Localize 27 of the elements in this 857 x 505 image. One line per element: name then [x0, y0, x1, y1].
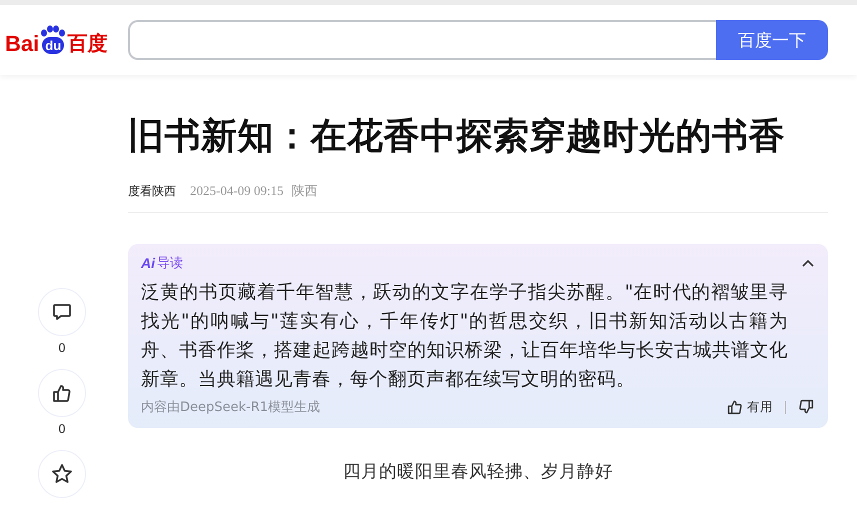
favorite-button[interactable]	[38, 450, 86, 498]
region-label: 陕西	[292, 182, 318, 200]
logo-text: Bai	[5, 33, 40, 55]
logo-text: 百度	[67, 33, 108, 55]
useful-button[interactable]: 有用	[727, 398, 773, 416]
comment-icon	[52, 302, 72, 322]
source-note: 内容由DeepSeek-R1模型生成	[141, 399, 320, 416]
thumbs-up-icon	[727, 399, 743, 415]
search-button[interactable]: 百度一下	[716, 20, 828, 60]
publish-date: 2025-04-09 09:15	[190, 183, 284, 199]
thumbs-down-icon[interactable]	[798, 399, 814, 415]
author-name[interactable]: 度看陕西	[128, 182, 176, 200]
star-icon	[51, 463, 73, 485]
like-button[interactable]	[38, 369, 86, 417]
article-title: 旧书新知：在花香中探索穿越时光的书香	[128, 115, 786, 159]
thumbs-up-icon	[52, 383, 72, 403]
ai-label: Ai	[141, 255, 155, 271]
summary-text: 泛黄的书页藏着千年智慧，跃动的文字在学子指尖苏醒。"在时代的褶皱里寻找光"的呐喊与"莲实有心，千年传灯"的哲思交织，旧书新知活动以古籍为舟、书香作桨，搭建起跨越时空的知识桥梁，让百年培华与长安古城共谱文化新章。当典籍遇见青春，每个翻页声都在续写文明的密码。	[141, 281, 789, 392]
search-field[interactable]	[128, 20, 716, 60]
count-label: 0	[58, 421, 66, 438]
count-label: 0	[58, 340, 66, 357]
logo-mark: du	[42, 37, 64, 54]
collapse-caret-icon[interactable]	[802, 259, 814, 267]
section-heading: 四月的暖阳里春风轻拂、岁月静好	[342, 461, 614, 483]
section-label: 导读	[157, 255, 183, 272]
comment-button[interactable]	[38, 288, 86, 336]
paw-icon	[40, 25, 66, 37]
